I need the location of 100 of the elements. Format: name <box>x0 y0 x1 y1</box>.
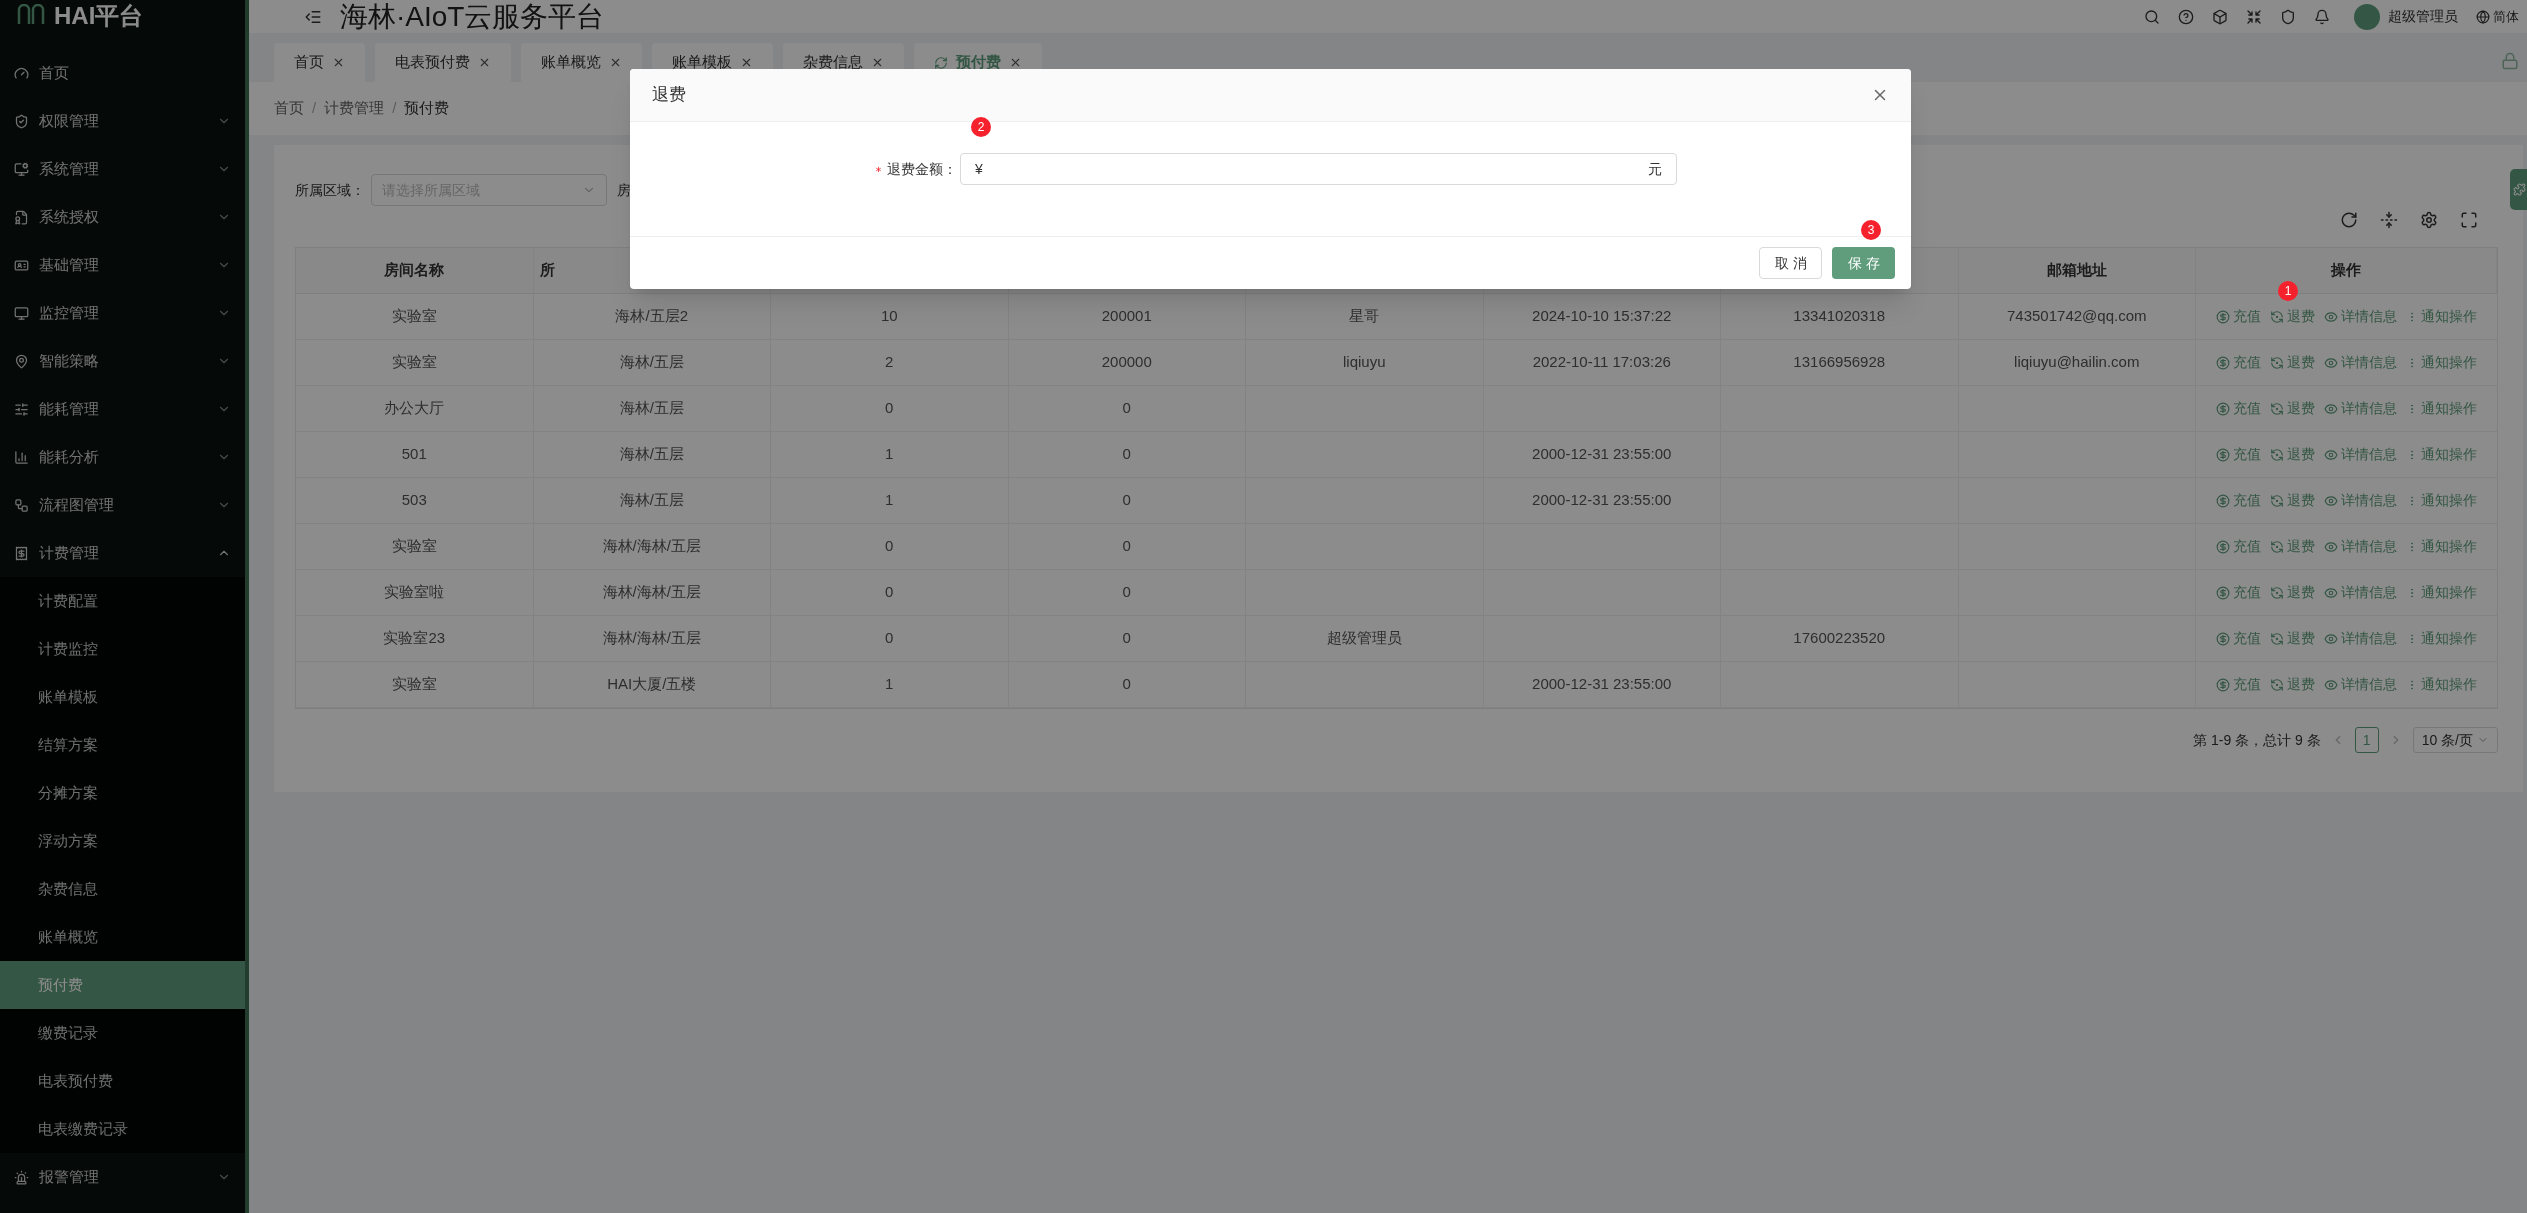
cube-icon[interactable] <box>2212 8 2228 25</box>
row-action-link[interactable]: 退费 <box>2270 490 2315 511</box>
dollar-icon <box>2216 493 2230 508</box>
close-icon[interactable] <box>740 56 753 69</box>
menu-item[interactable]: 能耗管理 <box>0 385 245 433</box>
page-tab[interactable]: 账单概览 <box>521 43 642 82</box>
submenu-item[interactable]: 分摊方案 <box>0 769 245 817</box>
breadcrumb-item[interactable]: 计费管理 <box>324 97 385 120</box>
table-cell-text: 2 <box>885 352 894 373</box>
menu-item[interactable]: 系统授权 <box>0 193 245 241</box>
row-action-link[interactable]: 充值 <box>2216 490 2261 511</box>
row-action-link[interactable]: 退费 <box>2270 536 2315 557</box>
menu-item[interactable]: 能耗分析 <box>0 433 245 481</box>
avatar[interactable] <box>2354 3 2380 30</box>
page-tab[interactable]: 电表预付费 <box>375 43 511 82</box>
row-action-link[interactable]: 通知操作 <box>2406 674 2477 695</box>
close-icon[interactable] <box>871 56 884 69</box>
row-action-link[interactable]: 通知操作 <box>2406 490 2477 511</box>
menu-item[interactable]: 监控管理 <box>0 289 245 337</box>
row-action-link[interactable]: 详情信息 <box>2324 582 2397 603</box>
globe-icon[interactable] <box>2476 9 2490 24</box>
menu-item[interactable]: 流程图管理 <box>0 481 245 529</box>
document-icon <box>14 209 29 225</box>
menu-item[interactable]: 权限管理 <box>0 97 245 145</box>
close-icon[interactable] <box>332 56 345 69</box>
row-action-link[interactable]: 通知操作 <box>2406 444 2477 465</box>
row-action-link[interactable]: 退费 <box>2270 674 2315 695</box>
row-action-link[interactable]: 通知操作 <box>2406 628 2477 649</box>
submenu-item[interactable]: 账单模板 <box>0 673 245 721</box>
row-action-link[interactable]: 通知操作 <box>2406 352 2477 373</box>
row-action-link[interactable]: 详情信息 <box>2324 628 2397 649</box>
user-name[interactable]: 超级管理员 <box>2388 6 2458 27</box>
drawer-toggle-button[interactable] <box>2510 169 2527 210</box>
table-cell-text: liqiuyu@hailin.com <box>2014 352 2140 373</box>
bell-icon[interactable] <box>2314 8 2330 25</box>
cancel-button[interactable]: 取消 <box>1759 247 1822 279</box>
row-action-link[interactable]: 充值 <box>2216 674 2261 695</box>
row-height-icon[interactable] <box>2380 211 2398 229</box>
table-cell-text: 0 <box>885 582 894 603</box>
row-action-link[interactable]: 退费 <box>2270 582 2315 603</box>
page-number[interactable]: 1 <box>2354 727 2379 753</box>
table-cell-text: 1 <box>885 444 894 465</box>
row-action-link[interactable]: 退费 <box>2270 628 2315 649</box>
row-action-link[interactable]: 通知操作 <box>2406 582 2477 603</box>
row-action-link[interactable]: 充值 <box>2216 444 2261 465</box>
sliders-icon <box>14 401 29 417</box>
row-action-link[interactable]: 详情信息 <box>2324 674 2397 695</box>
row-action-link[interactable]: 详情信息 <box>2324 352 2397 373</box>
dollar-icon <box>2216 585 2230 600</box>
collapse-arrows-icon[interactable] <box>2246 8 2262 25</box>
refresh-icon <box>934 55 948 70</box>
submenu-item[interactable]: 电表缴费记录 <box>0 1105 245 1153</box>
menu-item[interactable]: 智能策略 <box>0 337 245 385</box>
fullscreen-icon[interactable] <box>2460 211 2478 229</box>
submenu-item[interactable]: 计费监控 <box>0 625 245 673</box>
close-icon[interactable] <box>1009 56 1022 69</box>
submenu-item[interactable]: 账单概览 <box>0 913 245 961</box>
menu-item[interactable]: 首页 <box>0 49 245 97</box>
row-action-link[interactable]: 充值 <box>2216 628 2261 649</box>
help-icon[interactable] <box>2178 8 2194 25</box>
close-icon[interactable] <box>609 56 622 69</box>
row-action-link[interactable]: 充值 <box>2216 536 2261 557</box>
row-action-link[interactable]: 详情信息 <box>2324 444 2397 465</box>
breadcrumb-item[interactable]: 预付费 <box>404 97 450 120</box>
breadcrumb-item[interactable]: 首页 <box>274 97 304 120</box>
menu-item[interactable]: 系统管理 <box>0 145 245 193</box>
submenu-item[interactable]: 缴费记录 <box>0 1009 245 1057</box>
row-action-link[interactable]: 退费 <box>2270 444 2315 465</box>
row-action-link[interactable]: 充值 <box>2216 352 2261 373</box>
row-action-link[interactable]: 充值 <box>2216 582 2261 603</box>
row-action-link[interactable]: 通知操作 <box>2406 536 2477 557</box>
row-action-link[interactable]: 详情信息 <box>2324 490 2397 511</box>
close-icon[interactable] <box>478 56 491 69</box>
row-action-link[interactable]: 退费 <box>2270 398 2315 419</box>
search-icon[interactable] <box>2144 8 2160 25</box>
submenu-item[interactable]: 结算方案 <box>0 721 245 769</box>
row-action-link[interactable]: 退费 <box>2270 352 2315 373</box>
submenu-item[interactable]: 预付费 <box>0 961 245 1009</box>
page-tab[interactable]: 首页 <box>274 43 365 82</box>
reload-icon[interactable] <box>2340 211 2358 229</box>
row-action-link[interactable]: 通知操作 <box>2406 398 2477 419</box>
page-size-select[interactable]: 10 条/页 <box>2412 727 2498 753</box>
row-action-link[interactable]: 详情信息 <box>2324 398 2397 419</box>
submenu-item[interactable]: 杂费信息 <box>0 865 245 913</box>
row-action-link[interactable]: 详情信息 <box>2324 536 2397 557</box>
menu-item[interactable]: 计费管理 <box>0 529 245 577</box>
shield-icon[interactable] <box>2280 8 2296 25</box>
submenu-item[interactable]: 浮动方案 <box>0 817 245 865</box>
row-action-link[interactable]: 通知操作 <box>2406 306 2477 327</box>
table-cell-text: 海林/五层 <box>619 490 684 511</box>
table-cell-text: 13166956928 <box>1793 352 1886 373</box>
submenu-item[interactable]: 电表预付费 <box>0 1057 245 1105</box>
menu-item[interactable]: 基础管理 <box>0 241 245 289</box>
settings-icon[interactable] <box>2420 211 2438 229</box>
submenu-item[interactable]: 计费配置 <box>0 577 245 625</box>
language-menu[interactable]: 简体 <box>2493 6 2519 27</box>
row-action-link[interactable]: 充值 <box>2216 306 2261 327</box>
row-action-link[interactable]: 详情信息 <box>2324 306 2397 327</box>
menu-item[interactable]: 报警管理 <box>0 1153 245 1201</box>
row-action-link[interactable]: 充值 <box>2216 398 2261 419</box>
